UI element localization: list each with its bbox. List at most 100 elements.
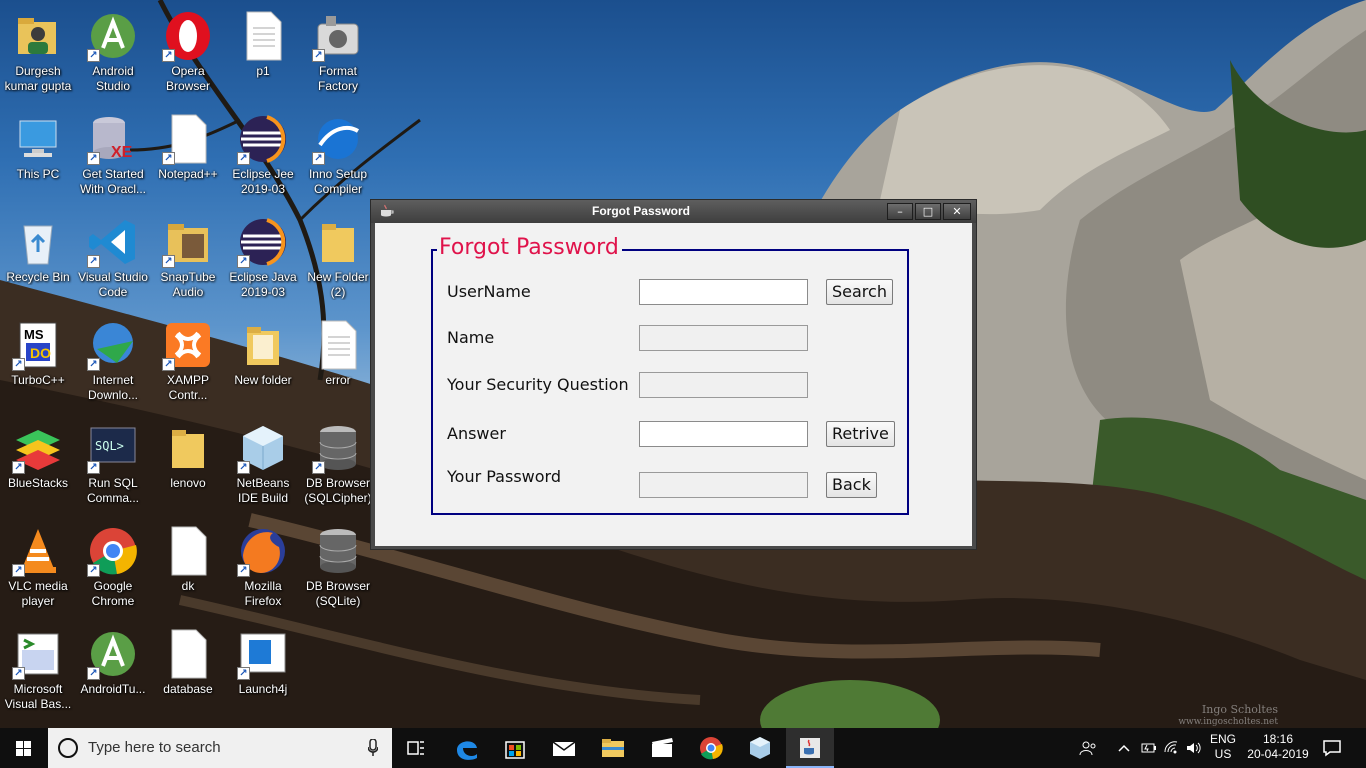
taskbar-search-box[interactable]: Type here to search <box>48 728 392 768</box>
desktop-icon-androidtu[interactable]: ↗ AndroidTu... <box>75 622 151 722</box>
folder-icon <box>237 319 289 371</box>
inno-setup-icon: ↗ <box>312 113 364 165</box>
opera-icon: ↗ <box>162 10 214 62</box>
wifi-icon[interactable] <box>1163 740 1181 756</box>
desktop-icon-this-pc[interactable]: This PC <box>0 107 76 207</box>
desktop-icon-durgesh[interactable]: Durgesh kumar gupta <box>0 4 76 104</box>
start-button[interactable] <box>0 728 48 768</box>
username-label: UserName <box>447 282 531 301</box>
desktop-icon-netbeans[interactable]: ↗ NetBeans IDE Build 20180... <box>225 416 301 516</box>
desktop-icon-new-folder[interactable]: New folder <box>225 313 301 413</box>
desktop-icon-db-browser-sqlite[interactable]: DB Browser (SQLite) <box>300 519 376 619</box>
text-file-icon <box>237 10 289 62</box>
taskbar-chrome[interactable] <box>687 728 735 768</box>
taskbar-movie-editor[interactable] <box>638 728 686 768</box>
desktop-icon-recycle-bin[interactable]: Recycle Bin <box>0 210 76 310</box>
desktop-icon-label: DB Browser (SQLite) <box>305 579 370 608</box>
desktop-icon-snaptube[interactable]: ↗ SnapTube Audio <box>150 210 226 310</box>
computer-icon <box>12 113 64 165</box>
desktop-icon-bluestacks[interactable]: ↗ BlueStacks <box>0 416 76 516</box>
microphone-icon[interactable] <box>368 739 378 757</box>
answer-input[interactable] <box>639 421 808 447</box>
desktop-icon-inno-setup[interactable]: ↗ Inno Setup Compiler <box>300 107 376 207</box>
window-titlebar[interactable]: Forgot Password – □ ✕ <box>371 200 976 223</box>
desktop-icon-label: Visual Studio Code <box>78 270 148 299</box>
firefox-icon: ↗ <box>237 525 289 577</box>
volume-icon[interactable] <box>1185 740 1203 756</box>
taskbar-virtualbox[interactable] <box>736 728 784 768</box>
desktop-icon-label: AndroidTu... <box>80 682 146 696</box>
retrive-button[interactable]: Retrive <box>826 421 895 447</box>
desktop-icon-notepadpp[interactable]: ↗ Notepad++ <box>150 107 226 207</box>
chevron-up-icon[interactable] <box>1115 740 1133 756</box>
desktop-icon-vlc[interactable]: ↗ VLC media player <box>0 519 76 619</box>
desktop-icon-label: error <box>325 373 351 387</box>
notification-center-icon[interactable] <box>1322 739 1342 757</box>
taskbar-store[interactable] <box>491 728 539 768</box>
clock-date: 20-04-2019 <box>1247 747 1309 761</box>
desktop-icon-label: Run SQL Comma... <box>86 476 139 505</box>
taskbar-clock[interactable]: 18:16 20-04-2019 <box>1244 732 1312 762</box>
forgot-password-window[interactable]: Forgot Password – □ ✕ Forgot Password Us… <box>370 199 977 550</box>
back-button[interactable]: Back <box>826 472 877 498</box>
desktop-icon-label: Mozilla Firefox <box>244 579 282 608</box>
taskbar-edge[interactable] <box>443 728 491 768</box>
wallpaper-credit: Ingo Scholtes www.ingoscholtes.net <box>1168 704 1278 728</box>
format-factory-icon: ↗ <box>312 10 364 62</box>
battery-icon[interactable] <box>1139 740 1157 756</box>
desktop-icon-format-factory[interactable]: ↗ Format Factory <box>300 4 376 104</box>
maximize-button[interactable]: □ <box>915 203 941 220</box>
search-button[interactable]: Search <box>826 279 893 305</box>
desktop-icon-database[interactable]: database <box>150 622 226 722</box>
desktop-icon-visual-basic[interactable]: ↗ Microsoft Visual Bas... <box>0 622 76 722</box>
visual-basic-icon: ↗ <box>12 628 64 680</box>
desktop-icon-chrome[interactable]: ↗ Google Chrome <box>75 519 151 619</box>
folder-icon <box>312 216 364 268</box>
xampp-icon: ↗ <box>162 319 214 371</box>
desktop-icon-run-sql[interactable]: SQL> ↗ Run SQL Comma... <box>75 416 151 516</box>
vlc-icon: ↗ <box>12 525 64 577</box>
taskbar-file-explorer[interactable] <box>589 728 637 768</box>
username-input[interactable] <box>639 279 808 305</box>
desktop-icon-android-studio[interactable]: ↗ Android Studio <box>75 4 151 104</box>
desktop-icon-label: TurboC++ <box>11 373 65 387</box>
launch4j-icon: ↗ <box>237 628 289 680</box>
idm-icon: ↗ <box>87 319 139 371</box>
desktop-icon-label: This PC <box>16 167 60 181</box>
desktop-icon-vscode[interactable]: ↗ Visual Studio Code <box>75 210 151 310</box>
input-language-indicator[interactable]: ENG US <box>1206 732 1240 762</box>
sql-terminal-icon: SQL> ↗ <box>87 422 139 474</box>
desktop-icon-label: database <box>163 682 213 696</box>
desktop-icon-turboc[interactable]: MS DO ↗ TurboC++ <box>0 313 76 413</box>
people-icon[interactable] <box>1079 740 1097 756</box>
desktop-icon-label: Microsoft Visual Bas... <box>4 682 72 711</box>
desktop-icon-p1[interactable]: p1 <box>225 4 301 104</box>
desktop-icon-eclipse-java[interactable]: ↗ Eclipse Java 2019-03 <box>225 210 301 310</box>
taskbar-mail[interactable] <box>540 728 588 768</box>
desktop-icon-label: New Folder (2) <box>307 270 369 299</box>
turboc-icon: MS DO ↗ <box>12 319 64 371</box>
desktop-icon-error[interactable]: error <box>300 313 376 413</box>
desktop-icon-new-folder-2[interactable]: New Folder (2) <box>300 210 376 310</box>
desktop-icon-eclipse-jee[interactable]: ↗ Eclipse Jee 2019-03 <box>225 107 301 207</box>
taskbar-java-app[interactable] <box>786 728 834 768</box>
mail-icon <box>552 741 576 756</box>
desktop-icon-xampp[interactable]: ↗ XAMPP Contr... <box>150 313 226 413</box>
task-view-button[interactable] <box>392 728 440 768</box>
eclipse-icon: ↗ <box>237 216 289 268</box>
database-icon: ↗ <box>312 422 364 474</box>
close-button[interactable]: ✕ <box>943 203 971 220</box>
desktop-icon-label: lenovo <box>170 476 206 490</box>
minimize-button[interactable]: – <box>887 203 913 220</box>
desktop-icon-idm[interactable]: ↗ Internet Downlo... <box>75 313 151 413</box>
desktop-icon-launch4j[interactable]: ↗ Launch4j <box>225 622 301 722</box>
desktop-icon-label: NetBeans IDE Build 20180... <box>236 476 290 505</box>
search-placeholder: Type here to search <box>88 739 221 756</box>
edge-icon <box>457 741 477 760</box>
desktop-icon-lenovo[interactable]: lenovo <box>150 416 226 516</box>
desktop-icon-oracle[interactable]: XE ↗ Get Started With Oracl... <box>75 107 151 207</box>
desktop-icon-dk[interactable]: dk <box>150 519 226 619</box>
desktop-icon-opera[interactable]: ↗ Opera Browser <box>150 4 226 104</box>
desktop-icon-db-browser-sqlcipher[interactable]: ↗ DB Browser (SQLCipher) <box>300 416 376 516</box>
desktop-icon-firefox[interactable]: ↗ Mozilla Firefox <box>225 519 301 619</box>
